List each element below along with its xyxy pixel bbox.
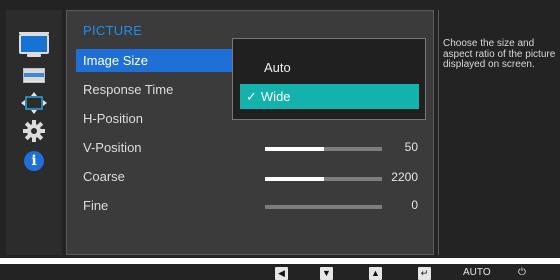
up-button[interactable]: ▲ xyxy=(369,266,382,280)
slider-fill xyxy=(265,177,324,181)
dropdown-option-auto[interactable]: Auto xyxy=(240,55,419,80)
coarse-value: 2200 xyxy=(391,170,418,184)
menu-item-h-position[interactable]: H-Position xyxy=(76,107,236,130)
help-text: Choose the size and aspect ratio of the … xyxy=(443,38,556,70)
auto-label: AUTO xyxy=(463,267,491,278)
size-position-icon[interactable] xyxy=(14,90,54,116)
up-arrow-icon: ▲ xyxy=(371,268,380,278)
power-icon: ⏻ xyxy=(518,267,526,278)
v-position-value: 50 xyxy=(404,140,418,154)
power-button[interactable]: ⏻ xyxy=(518,266,526,280)
enter-button[interactable]: ↵ xyxy=(418,266,431,280)
menu-item-fine[interactable]: Fine xyxy=(76,194,236,217)
help-panel: Choose the size and aspect ratio of the … xyxy=(438,10,560,255)
monitor-screen-shape xyxy=(19,34,49,54)
left-arrow-icon: ◀ xyxy=(278,268,285,278)
menu-item-response-time[interactable]: Response Time xyxy=(76,78,236,101)
dropdown-option-wide[interactable]: ✓ Wide xyxy=(240,84,419,109)
fine-value: 0 xyxy=(411,198,418,212)
image-size-dropdown: Auto ✓ Wide xyxy=(232,38,426,120)
menu-item-image-size[interactable]: Image Size xyxy=(76,49,236,72)
menu-item-v-position[interactable]: V-Position xyxy=(76,136,236,159)
menu-title: PICTURE xyxy=(83,23,143,38)
check-icon: ✓ xyxy=(246,89,257,104)
coarse-slider[interactable] xyxy=(265,177,382,181)
menu-category-sidebar: i xyxy=(6,10,62,255)
down-button[interactable]: ▼ xyxy=(320,266,333,280)
v-position-slider[interactable] xyxy=(265,147,382,151)
color-icon[interactable] xyxy=(14,62,54,88)
down-arrow-icon: ▼ xyxy=(322,268,331,278)
menu-item-coarse[interactable]: Coarse xyxy=(76,165,236,188)
slider-fill xyxy=(265,147,324,151)
setup-icon[interactable] xyxy=(14,118,54,144)
button-guide-bar: ◀ ▼ ▲ ↵ AUTO ⏻ xyxy=(0,264,560,280)
fine-slider[interactable] xyxy=(265,205,382,209)
information-icon[interactable]: i xyxy=(14,148,54,174)
monitor-stand-shape xyxy=(27,54,41,57)
enter-icon: ↵ xyxy=(420,268,429,278)
left-button[interactable]: ◀ xyxy=(275,266,288,280)
osd-menu: i PICTURE Image Size Response Time H-Pos… xyxy=(0,0,560,258)
dropdown-option-label: Wide xyxy=(260,89,291,104)
picture-icon[interactable] xyxy=(14,32,54,58)
auto-button[interactable]: AUTO xyxy=(463,266,491,280)
